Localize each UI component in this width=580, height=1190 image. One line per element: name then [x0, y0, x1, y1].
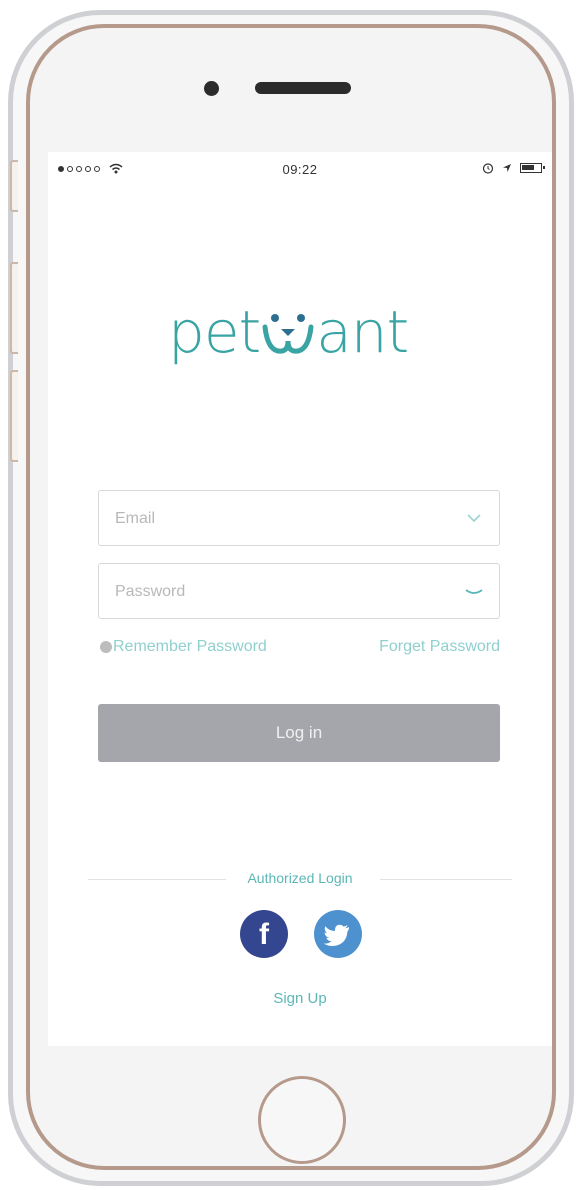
battery-icon	[520, 163, 545, 173]
chevron-down-icon[interactable]	[465, 509, 483, 527]
logo-text-ant: ant	[316, 298, 409, 366]
phone-volume-down-button	[10, 370, 18, 462]
login-button[interactable]: Log in	[98, 704, 500, 762]
password-input[interactable]	[113, 564, 447, 620]
front-camera	[204, 81, 219, 96]
remember-password-label: Remember Password	[113, 638, 267, 655]
forget-password-link[interactable]: Forget Password	[379, 638, 500, 656]
facebook-login-button[interactable]: f	[240, 910, 288, 958]
authorized-login-label: Authorized Login	[247, 870, 353, 886]
logo-text-pet: pet	[168, 298, 261, 366]
phone-mute-switch	[10, 160, 18, 212]
phone-volume-up-button	[10, 262, 18, 354]
facebook-glyph: f	[259, 918, 270, 951]
email-input[interactable]	[113, 491, 447, 547]
remember-password-checkbox[interactable]: Remember Password	[100, 638, 267, 656]
twitter-bird-icon	[323, 924, 349, 947]
email-field[interactable]	[98, 490, 500, 547]
home-button[interactable]	[258, 1076, 346, 1164]
sign-up-link[interactable]: Sign Up	[48, 990, 552, 1007]
dog-face-logo-icon	[262, 314, 314, 354]
petwant-logo: pet ant	[168, 292, 430, 372]
app-screen: 09:22 pet ant Email Remember Password Fo…	[48, 152, 552, 1046]
alarm-icon	[482, 163, 494, 174]
location-icon	[503, 164, 511, 172]
password-field[interactable]	[98, 563, 500, 620]
twitter-login-button[interactable]	[314, 910, 362, 958]
status-bar: 09:22	[48, 152, 552, 190]
status-icons	[482, 162, 545, 174]
hide-password-icon[interactable]	[465, 582, 483, 600]
facebook-icon: f	[259, 918, 270, 951]
status-time: 09:22	[282, 162, 318, 177]
divider-right	[380, 879, 512, 880]
checkbox-icon[interactable]	[100, 641, 112, 653]
earpiece-speaker	[255, 82, 351, 94]
